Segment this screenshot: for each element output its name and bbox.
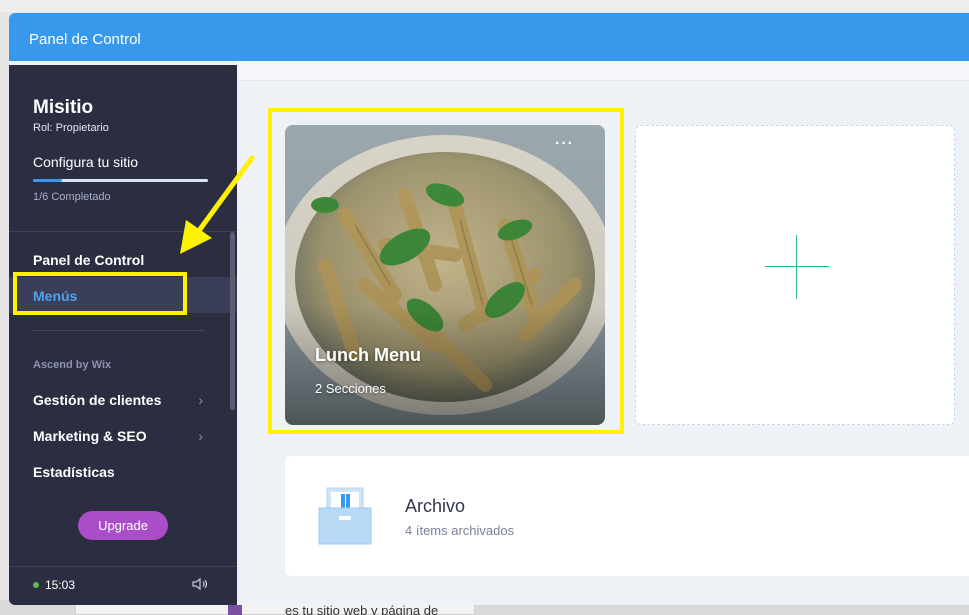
archive-card[interactable]: Archivo 4 ítems archivados bbox=[285, 456, 969, 576]
main-top-bar bbox=[237, 61, 969, 81]
annotation-arrow-icon bbox=[180, 155, 255, 254]
more-options-icon[interactable]: ··· bbox=[555, 135, 574, 153]
plus-icon-vertical bbox=[796, 235, 797, 299]
sidebar: Misitio Rol: Propietario Configura tu si… bbox=[9, 65, 237, 605]
menu-card-title: Lunch Menu bbox=[315, 345, 421, 365]
add-menu-card[interactable] bbox=[635, 125, 955, 425]
online-status-dot bbox=[33, 582, 39, 588]
site-role: Rol: Propietario bbox=[33, 122, 109, 134]
sidebar-item-label: Marketing & SEO bbox=[33, 428, 147, 444]
menu-card-subtitle: 2 Secciones bbox=[315, 381, 386, 396]
speaker-icon[interactable] bbox=[192, 577, 210, 591]
section-label-ascend: Ascend by Wix bbox=[33, 359, 112, 371]
sidebar-item-estadisticas[interactable]: Estadísticas bbox=[9, 453, 237, 489]
menu-card-lunch[interactable]: ··· Lunch Menu 2 Secciones bbox=[285, 125, 605, 425]
sidebar-item-label: Estadísticas bbox=[33, 464, 115, 480]
archive-subtitle: 4 ítems archivados bbox=[405, 523, 515, 538]
upgrade-button[interactable]: Upgrade bbox=[78, 511, 168, 540]
setup-progress-text: 1/6 Completado bbox=[33, 191, 111, 203]
divider bbox=[9, 566, 237, 567]
chevron-right-icon: › bbox=[198, 428, 203, 444]
sidebar-item-label: Gestión de clientes bbox=[33, 392, 162, 408]
setup-link[interactable]: Configura tu sitio bbox=[33, 154, 138, 170]
archive-box-icon bbox=[318, 487, 372, 545]
window-title: Panel de Control bbox=[9, 13, 969, 61]
sidebar-item-marketing-seo[interactable]: Marketing & SEO › bbox=[9, 417, 237, 453]
sidebar-item-label: Panel de Control bbox=[33, 252, 145, 268]
divider bbox=[33, 330, 205, 331]
site-name: Misitio bbox=[33, 97, 94, 118]
chevron-right-icon: › bbox=[198, 392, 203, 408]
plus-icon bbox=[765, 266, 829, 267]
background-top-strip bbox=[0, 0, 969, 12]
annotation-highlight-menus bbox=[13, 272, 187, 315]
setup-progress-fill bbox=[33, 179, 63, 182]
archive-title: Archivo bbox=[405, 496, 466, 516]
sidebar-item-gestion-clientes[interactable]: Gestión de clientes › bbox=[9, 381, 237, 417]
clock-time: 15:03 bbox=[45, 578, 76, 592]
main-content: ··· Lunch Menu 2 Secciones Archivo 4 íte… bbox=[237, 61, 969, 605]
crown-icon bbox=[228, 604, 242, 615]
pasta-photo bbox=[285, 125, 605, 425]
